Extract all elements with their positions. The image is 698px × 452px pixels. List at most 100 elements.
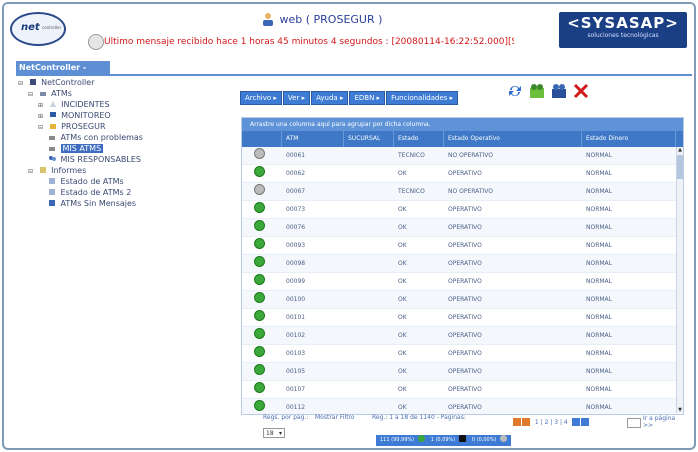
cell-estado: OK bbox=[398, 314, 407, 321]
table-row[interactable]: 00105 OK OPERATIVO NORMAL bbox=[242, 363, 676, 381]
tree-node-atms-sin-mensajes[interactable]: ATMs Sin Mensajes bbox=[48, 198, 136, 209]
cell-estado-operativo: OPERATIVO bbox=[448, 314, 482, 321]
collapse-icon[interactable]: ⊟ bbox=[28, 169, 34, 175]
goto-page-input[interactable] bbox=[627, 418, 641, 428]
ok-status-icon bbox=[254, 220, 265, 231]
ok-status-icon bbox=[254, 364, 265, 375]
column-header-estado-operativo[interactable]: Estado Operativo bbox=[444, 131, 582, 147]
column-header-estado[interactable]: Estado bbox=[394, 131, 444, 147]
tree-label: PROSEGUR bbox=[61, 122, 106, 131]
ok-status-icon bbox=[254, 274, 265, 285]
users-icon bbox=[49, 156, 56, 161]
cell-estado: OK bbox=[398, 170, 407, 177]
server-icon bbox=[29, 79, 36, 85]
cell-atm: 00105 bbox=[286, 368, 306, 375]
menu-archivo[interactable]: Archivo ▸ bbox=[240, 91, 282, 105]
expand-icon[interactable]: ⊞ bbox=[38, 114, 44, 120]
table-row[interactable]: 00073 OK OPERATIVO NORMAL bbox=[242, 201, 676, 219]
next-page-button[interactable] bbox=[571, 418, 580, 426]
table-row[interactable]: 00103 OK OPERATIVO NORMAL bbox=[242, 345, 676, 363]
tab-principal[interactable]: NetController - Principal bbox=[16, 61, 110, 84]
menu-ver[interactable]: Ver ▸ bbox=[282, 91, 311, 105]
menu-funcionalidades[interactable]: Funcionalidades ▸ bbox=[386, 91, 459, 105]
show-filter-link[interactable]: Mostrar Filtro bbox=[315, 414, 355, 421]
collapse-icon[interactable]: ⊟ bbox=[18, 81, 24, 87]
table-row[interactable]: 00099 OK OPERATIVO NORMAL bbox=[242, 273, 676, 291]
warn-status-icon bbox=[254, 184, 265, 195]
table-row[interactable]: 00062 OK OPERATIVO NORMAL bbox=[242, 165, 676, 183]
collapse-icon[interactable]: ⊟ bbox=[28, 92, 34, 98]
column-header-estado-dinero[interactable]: Estado Dinero bbox=[582, 131, 676, 147]
folder-icon bbox=[49, 124, 56, 129]
tree-node-monitoreo[interactable]: ⊞ MONITOREO bbox=[38, 110, 111, 121]
column-header-status[interactable] bbox=[242, 131, 282, 147]
tree-node-incidentes[interactable]: ⊞ INCIDENTES bbox=[38, 99, 110, 110]
cell-estado-dinero: NORMAL bbox=[586, 224, 613, 231]
scroll-up-icon[interactable]: ▲ bbox=[677, 147, 683, 153]
cell-status bbox=[242, 165, 282, 182]
tree-node-atms[interactable]: ⊟ ATMs bbox=[28, 88, 72, 99]
prev-page-button[interactable] bbox=[522, 418, 530, 426]
table-row[interactable]: 00100 OK OPERATIVO NORMAL bbox=[242, 291, 676, 309]
cell-atm: 00093 bbox=[286, 242, 306, 249]
cell-status bbox=[242, 273, 282, 290]
tree-node-atms-con-problemas[interactable]: ATMs con problemas bbox=[48, 132, 143, 143]
cell-estado-dinero: NORMAL bbox=[586, 152, 613, 159]
ok-status-icon bbox=[254, 310, 265, 321]
column-header-atm[interactable]: ATM bbox=[282, 131, 344, 147]
expand-icon[interactable]: ⊞ bbox=[38, 103, 44, 109]
table-row[interactable]: 00102 OK OPERATIVO NORMAL bbox=[242, 327, 676, 345]
menu-edbn[interactable]: EDBN ▸ bbox=[349, 91, 386, 105]
grid-scrollbar[interactable]: ▲ ▼ bbox=[676, 147, 683, 413]
cell-estado-dinero: NORMAL bbox=[586, 314, 613, 321]
cell-estado: OK bbox=[398, 332, 407, 339]
cell-atm: 00102 bbox=[286, 332, 306, 339]
last-page-button[interactable] bbox=[580, 418, 589, 426]
user-group-icon[interactable] bbox=[550, 82, 568, 100]
atm-grid: Arrastre una columna aquí para agrupar p… bbox=[241, 117, 684, 415]
table-row[interactable]: 00107 OK OPERATIVO NORMAL bbox=[242, 381, 676, 399]
cell-atm: 00076 bbox=[286, 224, 306, 231]
table-row[interactable]: 00061 TECNICO NO OPERATIVO NORMAL bbox=[242, 147, 676, 165]
tree-node-informes[interactable]: ⊟ Informes bbox=[28, 165, 86, 176]
menu-ayuda[interactable]: Ayuda ▸ bbox=[311, 91, 349, 105]
warn-status-icon bbox=[254, 148, 265, 159]
table-row[interactable]: 00093 OK OPERATIVO NORMAL bbox=[242, 237, 676, 255]
refresh-icon[interactable] bbox=[506, 82, 524, 100]
map-icon[interactable] bbox=[528, 82, 546, 100]
tree-node-mis-atms[interactable]: MIS ATMS bbox=[48, 143, 104, 154]
tree-node-estado-atms[interactable]: Estado de ATMs bbox=[48, 176, 124, 187]
collapse-icon[interactable]: ⊟ bbox=[38, 125, 44, 131]
current-user: web ( PROSEGUR ) bbox=[262, 12, 382, 26]
goto-page-link[interactable]: Ir a página >> bbox=[643, 415, 682, 429]
cell-estado: OK bbox=[398, 296, 407, 303]
tree-node-prosegur[interactable]: ⊟ PROSEGUR bbox=[38, 121, 106, 132]
cell-estado-operativo: NO OPERATIVO bbox=[448, 152, 493, 159]
group-by-bar[interactable]: Arrastre una columna aquí para agrupar p… bbox=[242, 118, 683, 131]
tree-node-estado-atms-2[interactable]: Estado de ATMs 2 bbox=[48, 187, 131, 198]
cell-status bbox=[242, 309, 282, 326]
cell-status bbox=[242, 147, 282, 164]
delete-icon[interactable] bbox=[572, 82, 590, 100]
cell-atm: 00062 bbox=[286, 170, 306, 177]
table-row[interactable]: 00098 OK OPERATIVO NORMAL bbox=[242, 255, 676, 273]
cell-sucursal bbox=[344, 219, 394, 236]
scroll-thumb[interactable] bbox=[677, 155, 683, 179]
table-row[interactable]: 00076 OK OPERATIVO NORMAL bbox=[242, 219, 676, 237]
tree-node-netcontroller[interactable]: ⊟ NetController bbox=[18, 77, 95, 88]
table-row[interactable]: 00101 OK OPERATIVO NORMAL bbox=[242, 309, 676, 327]
cell-estado-operativo: OPERATIVO bbox=[448, 260, 482, 267]
tab-underline bbox=[16, 74, 692, 76]
cell-status bbox=[242, 381, 282, 398]
cell-estado-dinero: NORMAL bbox=[586, 350, 613, 357]
grid-body: 00061 TECNICO NO OPERATIVO NORMAL 00062 OK OPE… bbox=[242, 147, 676, 414]
table-row[interactable]: 00067 TECNICO NO OPERATIVO NORMAL bbox=[242, 183, 676, 201]
cell-estado: TECNICO bbox=[398, 188, 425, 195]
first-page-button[interactable] bbox=[513, 418, 521, 426]
page-links[interactable]: 1 | 2 | 3 | 4 bbox=[535, 419, 568, 426]
column-header-sucursal[interactable]: SUCURSAL bbox=[344, 131, 394, 147]
per-page-select[interactable]: 18 bbox=[263, 428, 285, 439]
tree-node-mis-responsables[interactable]: MIS RESPONSABLES bbox=[48, 154, 141, 165]
cell-estado: TECNICO bbox=[398, 152, 425, 159]
sysasap-brand: <SYSASAP> soluciones tecnológicas bbox=[559, 12, 687, 48]
